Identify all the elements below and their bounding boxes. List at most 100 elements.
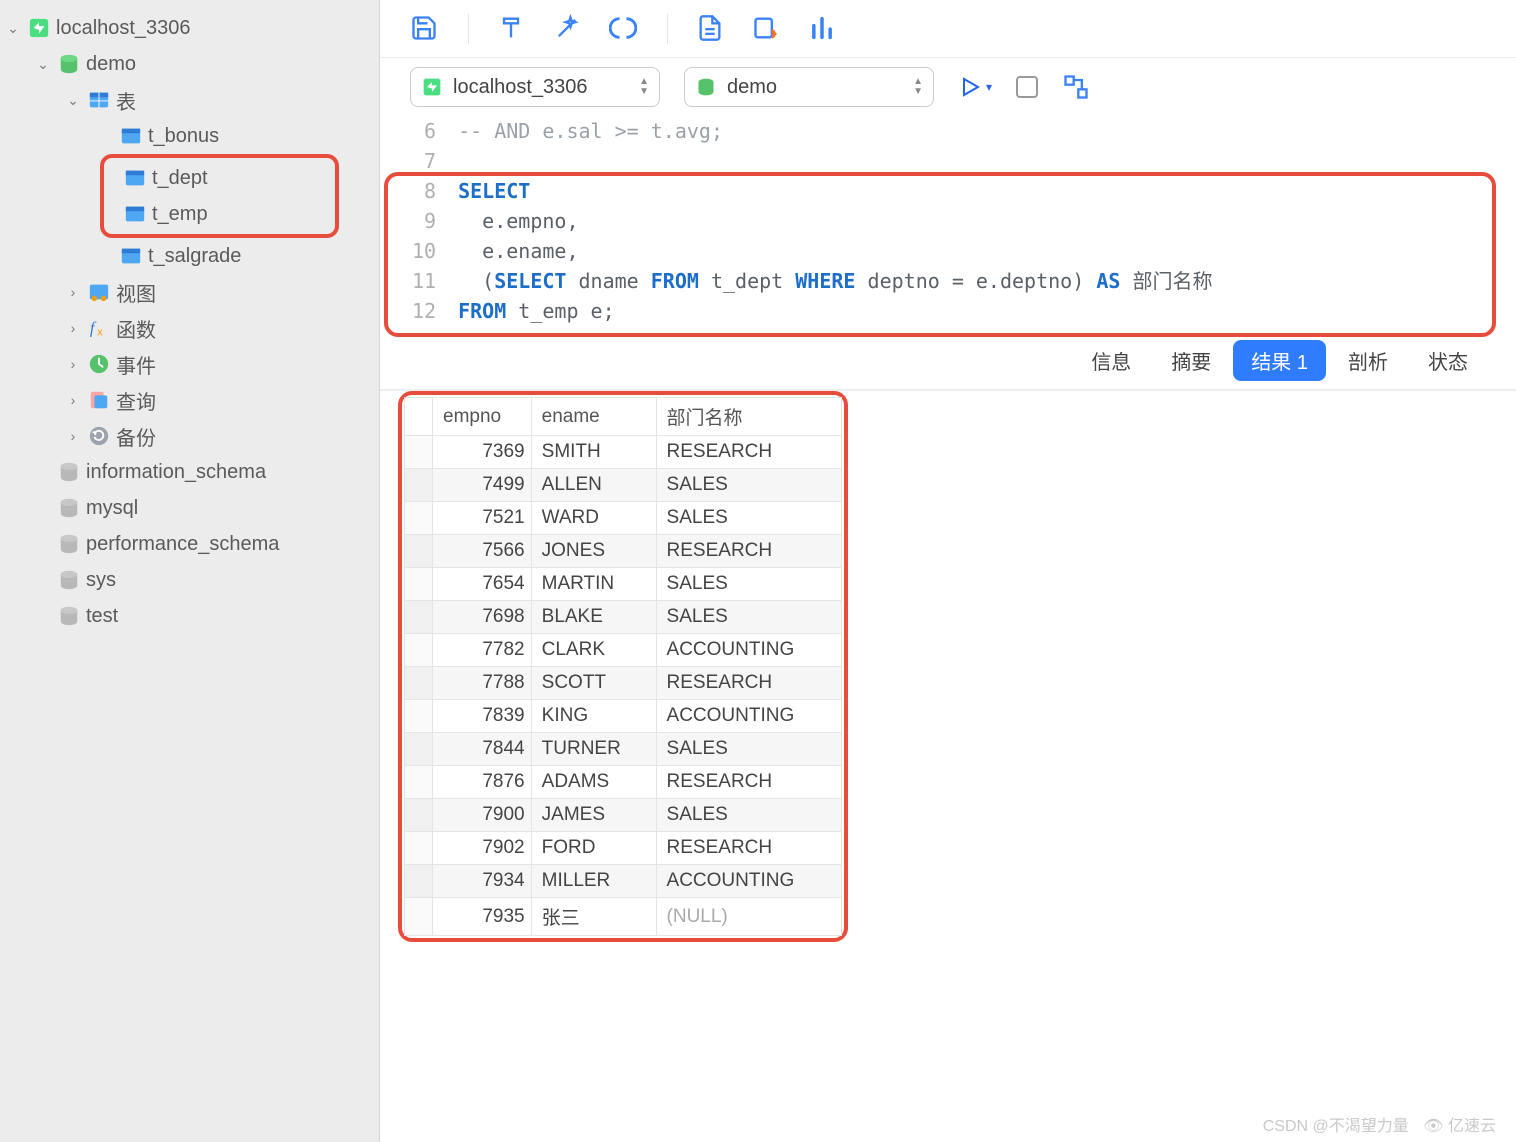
connection-selector[interactable]: localhost_3306 ▲▼ xyxy=(410,67,660,107)
cell-empno[interactable]: 7788 xyxy=(433,667,532,700)
table-row[interactable]: 7844TURNERSALES xyxy=(405,733,842,766)
col-header[interactable]: ename xyxy=(531,398,656,436)
row-handle[interactable] xyxy=(405,700,433,733)
table-row[interactable]: 7788SCOTTRESEARCH xyxy=(405,667,842,700)
row-handle[interactable] xyxy=(405,568,433,601)
row-handle[interactable] xyxy=(405,436,433,469)
cell-empno[interactable]: 7369 xyxy=(433,436,532,469)
tab-info[interactable]: 信息 xyxy=(1073,340,1149,381)
tree-database-performance_schema[interactable]: performance_schema xyxy=(0,526,379,562)
tree-database-sys[interactable]: sys xyxy=(0,562,379,598)
cell-ename[interactable]: MARTIN xyxy=(531,568,656,601)
tree-table-temp[interactable]: t_emp xyxy=(104,196,335,232)
cell-ename[interactable]: MILLER xyxy=(531,865,656,898)
cell-dept[interactable]: RESEARCH xyxy=(656,832,841,865)
tree-database-test[interactable]: test xyxy=(0,598,379,634)
row-handle[interactable] xyxy=(405,733,433,766)
tree-connection[interactable]: ⌄ localhost_3306 xyxy=(0,10,379,46)
tree-folder-functions[interactable]: › fx 函数 xyxy=(0,310,379,346)
cell-ename[interactable]: KING xyxy=(531,700,656,733)
tree-database-information_schema[interactable]: information_schema xyxy=(0,454,379,490)
result-table[interactable]: empno ename 部门名称 7369SMITHRESEARCH7499AL… xyxy=(404,397,842,936)
cell-dept[interactable]: SALES xyxy=(656,502,841,535)
cell-dept[interactable]: SALES xyxy=(656,799,841,832)
tab-result[interactable]: 结果 1 xyxy=(1233,340,1326,381)
export-icon[interactable] xyxy=(752,14,782,44)
cell-dept[interactable]: RESEARCH xyxy=(656,535,841,568)
cell-empno[interactable]: 7935 xyxy=(433,898,532,936)
cell-dept[interactable]: SALES xyxy=(656,733,841,766)
row-handle[interactable] xyxy=(405,865,433,898)
brackets-icon[interactable] xyxy=(609,14,639,44)
format-icon[interactable] xyxy=(497,14,527,44)
col-header[interactable]: 部门名称 xyxy=(656,398,841,436)
run-button[interactable]: ▾ xyxy=(958,75,992,99)
table-row[interactable]: 7698BLAKESALES xyxy=(405,601,842,634)
tree-table-tdept[interactable]: t_dept xyxy=(104,160,335,196)
tree-folder-tables[interactable]: ⌄ 表 xyxy=(0,82,379,118)
cell-empno[interactable]: 7499 xyxy=(433,469,532,502)
code-lines[interactable]: -- AND e.sal >= t.avg; SELECT e.empno, e… xyxy=(458,116,1498,326)
tree-folder-views[interactable]: › 视图 xyxy=(0,274,379,310)
table-row[interactable]: 7902FORDRESEARCH xyxy=(405,832,842,865)
cell-dept[interactable]: (NULL) xyxy=(656,898,841,936)
document-icon[interactable] xyxy=(696,14,726,44)
table-row[interactable]: 7839KINGACCOUNTING xyxy=(405,700,842,733)
cell-dept[interactable]: RESEARCH xyxy=(656,766,841,799)
cell-empno[interactable]: 7782 xyxy=(433,634,532,667)
cell-empno[interactable]: 7934 xyxy=(433,865,532,898)
beautify-icon[interactable] xyxy=(553,14,583,44)
row-handle[interactable] xyxy=(405,535,433,568)
table-row[interactable]: 7566JONESRESEARCH xyxy=(405,535,842,568)
table-row[interactable]: 7521WARDSALES xyxy=(405,502,842,535)
cell-ename[interactable]: ADAMS xyxy=(531,766,656,799)
tree-database-mysql[interactable]: mysql xyxy=(0,490,379,526)
tree-folder-queries[interactable]: › 查询 xyxy=(0,382,379,418)
sql-editor[interactable]: 6789101112 -- AND e.sal >= t.avg; SELECT… xyxy=(380,116,1516,326)
table-row[interactable]: 7900JAMESSALES xyxy=(405,799,842,832)
cell-empno[interactable]: 7654 xyxy=(433,568,532,601)
row-handle[interactable] xyxy=(405,766,433,799)
cell-ename[interactable]: CLARK xyxy=(531,634,656,667)
row-handle[interactable] xyxy=(405,601,433,634)
tree-table-tsalgrade[interactable]: t_salgrade xyxy=(0,238,379,274)
cell-ename[interactable]: ALLEN xyxy=(531,469,656,502)
row-handle[interactable] xyxy=(405,634,433,667)
tree-database[interactable]: ⌄ demo xyxy=(0,46,379,82)
cell-ename[interactable]: SCOTT xyxy=(531,667,656,700)
database-selector[interactable]: demo ▲▼ xyxy=(684,67,934,107)
cell-ename[interactable]: JONES xyxy=(531,535,656,568)
table-row[interactable]: 7499ALLENSALES xyxy=(405,469,842,502)
chart-icon[interactable] xyxy=(808,14,838,44)
tree-folder-events[interactable]: › 事件 xyxy=(0,346,379,382)
cell-dept[interactable]: ACCOUNTING xyxy=(656,865,841,898)
row-handle[interactable] xyxy=(405,667,433,700)
table-row[interactable]: 7654MARTINSALES xyxy=(405,568,842,601)
row-handle[interactable] xyxy=(405,799,433,832)
cell-ename[interactable]: WARD xyxy=(531,502,656,535)
cell-dept[interactable]: SALES xyxy=(656,469,841,502)
row-handle[interactable] xyxy=(405,469,433,502)
table-row[interactable]: 7876ADAMSRESEARCH xyxy=(405,766,842,799)
table-row[interactable]: 7934MILLERACCOUNTING xyxy=(405,865,842,898)
cell-empno[interactable]: 7844 xyxy=(433,733,532,766)
table-row[interactable]: 7782CLARKACCOUNTING xyxy=(405,634,842,667)
cell-ename[interactable]: JAMES xyxy=(531,799,656,832)
tree-folder-backups[interactable]: › 备份 xyxy=(0,418,379,454)
save-icon[interactable] xyxy=(410,14,440,44)
cell-ename[interactable]: 张三 xyxy=(531,898,656,936)
row-handle[interactable] xyxy=(405,502,433,535)
cell-dept[interactable]: RESEARCH xyxy=(656,667,841,700)
cell-empno[interactable]: 7902 xyxy=(433,832,532,865)
stop-button[interactable] xyxy=(1016,76,1038,98)
tab-summary[interactable]: 摘要 xyxy=(1153,340,1229,381)
tree-table-tbonus[interactable]: t_bonus xyxy=(0,118,379,154)
table-row[interactable]: 7369SMITHRESEARCH xyxy=(405,436,842,469)
cell-dept[interactable]: RESEARCH xyxy=(656,436,841,469)
table-row[interactable]: 7935张三(NULL) xyxy=(405,898,842,936)
tab-status[interactable]: 状态 xyxy=(1410,340,1486,381)
cell-empno[interactable]: 7566 xyxy=(433,535,532,568)
cell-dept[interactable]: SALES xyxy=(656,601,841,634)
cell-empno[interactable]: 7876 xyxy=(433,766,532,799)
cell-empno[interactable]: 7521 xyxy=(433,502,532,535)
